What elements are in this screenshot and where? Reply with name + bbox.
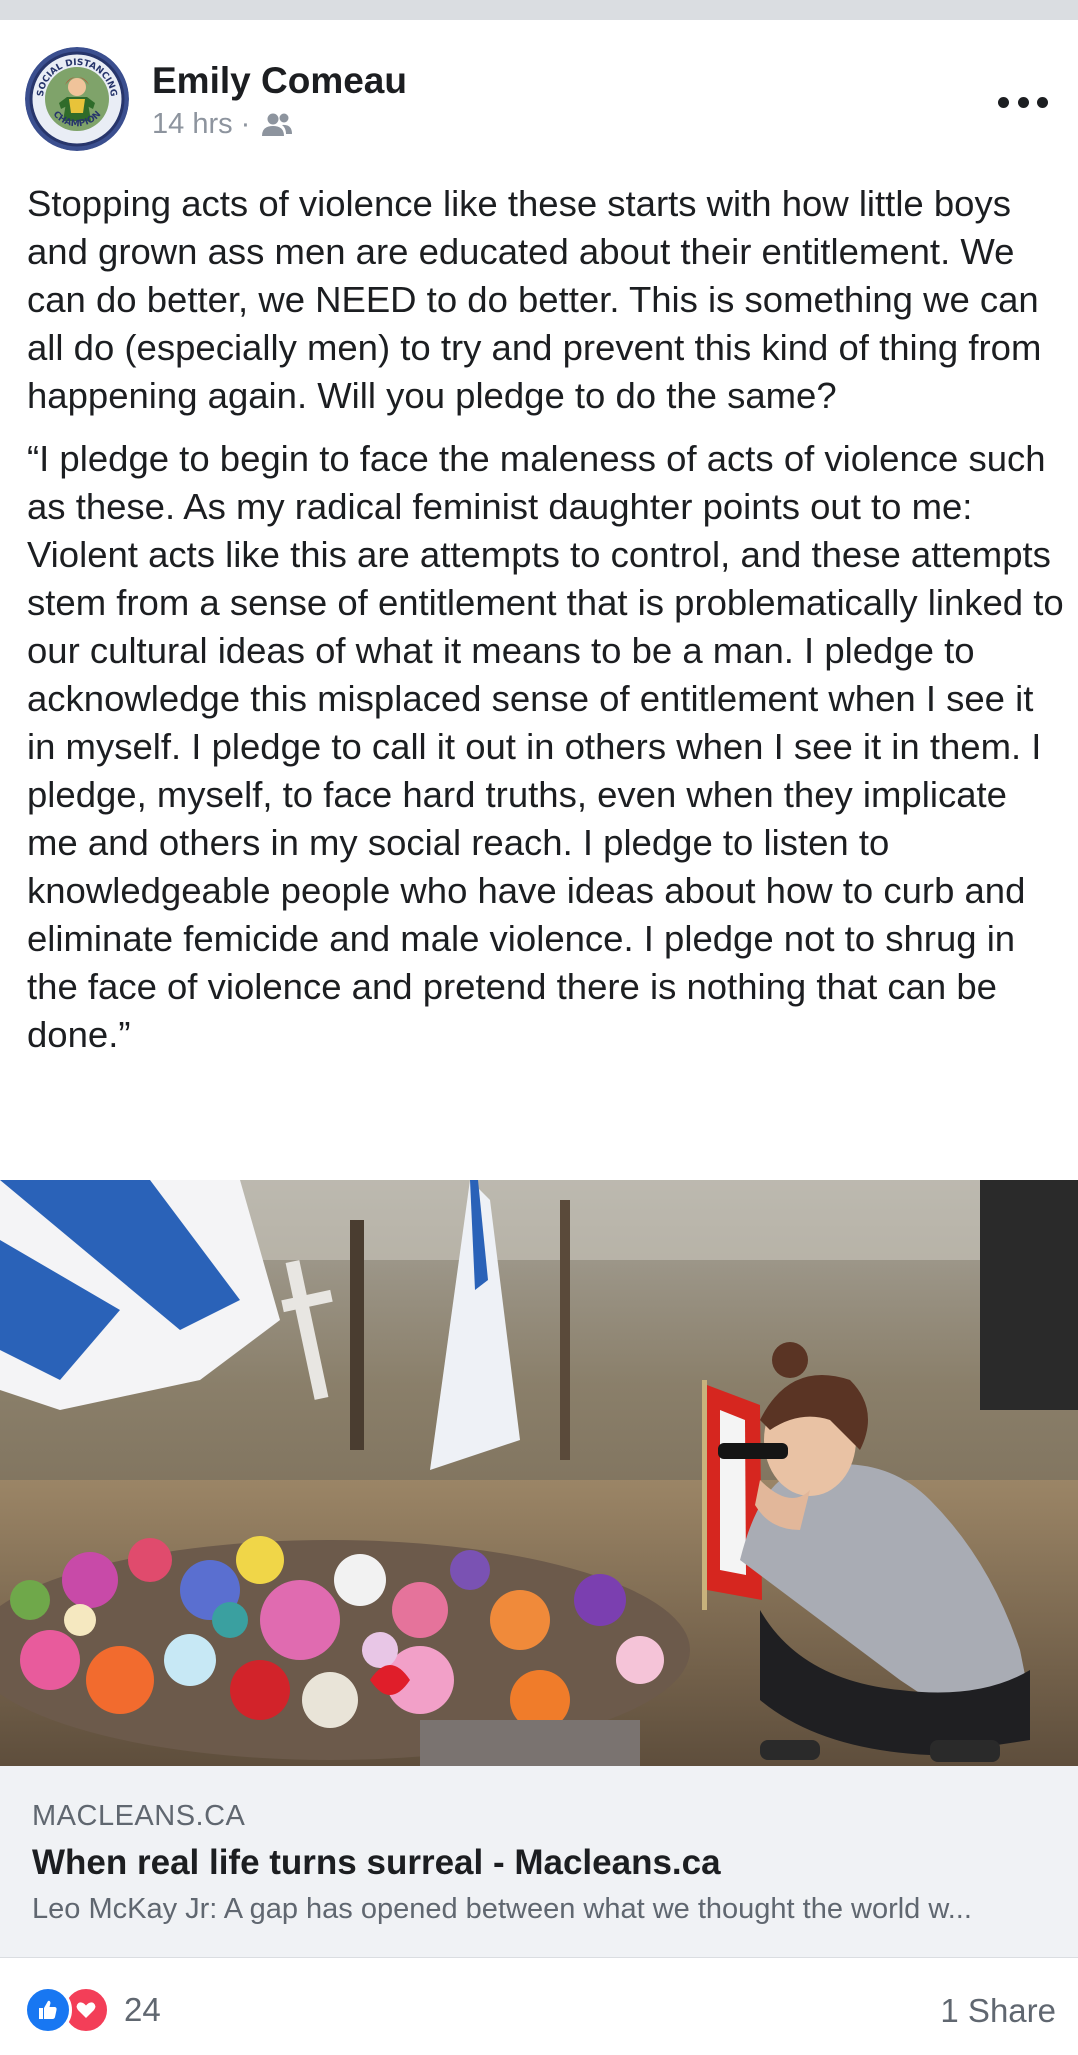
- link-preview[interactable]: MACLEANS.CA When real life turns surreal…: [0, 1766, 1078, 1958]
- link-title[interactable]: When real life turns surreal - Macleans.…: [32, 1843, 721, 1883]
- more-options-icon[interactable]: [998, 92, 1048, 112]
- memorial-photo: [0, 1180, 1078, 1766]
- post-paragraph: “I pledge to begin to face the maleness …: [27, 438, 1064, 1055]
- friends-icon[interactable]: [260, 112, 294, 138]
- avatar-badge-image: SOCIAL DISTANCING CHAMPION: [25, 47, 129, 151]
- share-count[interactable]: 1 Share: [940, 1992, 1056, 2030]
- author-avatar[interactable]: SOCIAL DISTANCING CHAMPION: [25, 47, 129, 151]
- link-domain: MACLEANS.CA: [32, 1800, 246, 1832]
- meta-separator: ·: [240, 108, 251, 140]
- post-meta: 14 hrs ·: [152, 108, 294, 141]
- link-description: Leo McKay Jr: A gap has opened between w…: [32, 1893, 972, 1925]
- like-reaction-icon: [24, 1986, 72, 2034]
- link-preview-image[interactable]: [0, 1180, 1078, 1766]
- top-divider: [0, 0, 1078, 20]
- post-footer: 24 1 Share: [0, 1958, 1078, 2055]
- reaction-count: 24: [124, 1991, 161, 2028]
- post-text: Stopping acts of violence like these sta…: [27, 180, 1067, 1059]
- post-paragraph: Stopping acts of violence like these sta…: [27, 183, 1042, 416]
- facebook-post: SOCIAL DISTANCING CHAMPION Emily Comeau …: [0, 20, 1078, 2055]
- author-name[interactable]: Emily Comeau: [152, 60, 407, 102]
- reactions-summary[interactable]: 24: [24, 1986, 161, 2034]
- post-time[interactable]: 14 hrs: [152, 108, 233, 141]
